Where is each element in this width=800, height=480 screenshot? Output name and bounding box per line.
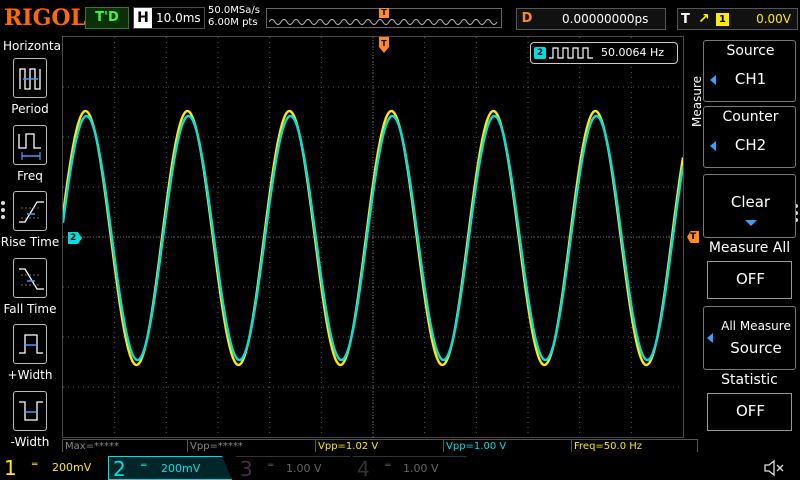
measurement-item[interactable]: Vpp=1.02 V bbox=[315, 439, 443, 452]
period-label: Period bbox=[11, 102, 49, 116]
delay-value: 0.00000000ps bbox=[562, 12, 649, 26]
channel-bar: 1 ═ 200mV 2 ═ 200mV 3 ═ 1.00 V 4 ═ 1.00 … bbox=[0, 456, 800, 480]
clear-label: Clear bbox=[730, 193, 771, 211]
counter-softkey-value: CH2 bbox=[734, 136, 767, 154]
source-value: CH1 bbox=[734, 70, 767, 88]
rise-time-icon bbox=[13, 191, 47, 231]
square-wave-icon bbox=[549, 47, 593, 59]
timebase-label: H bbox=[134, 8, 152, 28]
measure-positive-width-button[interactable]: +Width bbox=[0, 324, 60, 388]
measure-all-softkey[interactable]: Measure All OFF bbox=[703, 238, 796, 304]
right-menu-title: Measure bbox=[690, 76, 704, 127]
measure-rise-time-button[interactable]: Rise Time bbox=[0, 191, 60, 255]
all-measure-source-label: Source bbox=[730, 339, 782, 357]
dc-coupling-icon: ═ bbox=[268, 461, 274, 471]
source-label: Source bbox=[726, 43, 775, 59]
frequency-counter-readout: 2 50.0064 Hz bbox=[530, 42, 678, 64]
waveform-display[interactable] bbox=[62, 36, 684, 438]
counter-softkey[interactable]: Counter CH2 bbox=[703, 106, 796, 168]
trigger-source: 1 bbox=[716, 13, 729, 26]
left-menu-title: Horizontal bbox=[3, 39, 65, 53]
source-value-box: CH1 bbox=[708, 62, 793, 100]
freq-label: Freq bbox=[17, 169, 43, 183]
statistic-value-box: OFF bbox=[707, 393, 792, 431]
all-measure-source-softkey[interactable]: All Measure Source bbox=[703, 306, 796, 370]
channel-1-button[interactable]: 1 ═ 200mV bbox=[0, 456, 104, 480]
channel-scale: 1.00 V bbox=[286, 462, 322, 475]
counter-channel-badge: 2 bbox=[534, 47, 546, 59]
channel-4-button[interactable]: 4 ═ 1.00 V bbox=[353, 456, 467, 480]
rise-time-label: Rise Time bbox=[0, 235, 60, 249]
statistic-softkey[interactable]: Statistic OFF bbox=[703, 370, 796, 436]
period-icon bbox=[13, 58, 47, 98]
arrow-left-icon bbox=[707, 333, 713, 343]
speaker-muted-icon[interactable] bbox=[762, 458, 786, 478]
trigger-settings-display[interactable]: T ↗ 1 0.00V bbox=[677, 8, 798, 30]
graticule bbox=[63, 37, 683, 437]
brand-logo: RIGOL bbox=[4, 5, 86, 31]
source-softkey[interactable]: Source CH1 bbox=[703, 40, 796, 102]
trigger-position-top-marker[interactable]: T bbox=[379, 37, 389, 53]
channel-number: 2 bbox=[113, 457, 126, 480]
frequency-icon bbox=[13, 125, 47, 165]
rising-edge-icon: ↗ bbox=[698, 11, 710, 27]
negative-width-icon bbox=[13, 391, 47, 431]
run-state-indicator[interactable]: T'D bbox=[85, 7, 129, 29]
clear-softkey[interactable]: Clear bbox=[703, 174, 796, 238]
channel-number: 4 bbox=[357, 457, 370, 480]
all-measure-label: All Measure bbox=[721, 319, 791, 333]
memory-depth: 6.00M pts bbox=[208, 17, 258, 28]
measure-period-button[interactable]: Period bbox=[0, 58, 60, 122]
channel-scale: 1.00 V bbox=[403, 462, 439, 475]
fall-time-icon bbox=[13, 258, 47, 298]
channel-scale: 200mV bbox=[52, 461, 92, 474]
statistic-label: Statistic bbox=[721, 372, 778, 388]
svg-text:T: T bbox=[381, 39, 387, 48]
delay-label: D bbox=[521, 11, 533, 26]
measure-negative-width-button[interactable]: -Width bbox=[0, 391, 60, 455]
measurement-item[interactable]: Freq=50.0 Hz bbox=[571, 439, 698, 452]
dc-coupling-icon: ═ bbox=[32, 460, 38, 470]
measurement-item[interactable]: Vpp=1.00 V bbox=[443, 439, 571, 452]
memory-overview-bar: T bbox=[266, 8, 502, 28]
arrow-down-icon bbox=[745, 220, 757, 226]
measure-frequency-button[interactable]: Freq bbox=[0, 125, 60, 189]
positive-width-icon bbox=[13, 324, 47, 364]
horizontal-delay-display[interactable]: D 0.00000000ps bbox=[516, 8, 666, 30]
measure-fall-time-button[interactable]: Fall Time bbox=[0, 258, 60, 322]
statistic-value: OFF bbox=[735, 402, 766, 420]
horizontal-measure-menu: Horizontal Period Freq Rise Time Fall Ti… bbox=[0, 36, 65, 456]
channel-number: 1 bbox=[4, 456, 17, 480]
measurement-item[interactable]: Max=***** bbox=[62, 439, 187, 452]
trigger-level: 0.00V bbox=[756, 12, 791, 26]
measurement-item[interactable]: Vpp=***** bbox=[187, 439, 315, 452]
measure-all-value-box: OFF bbox=[707, 261, 792, 299]
sampling-info: 50.0MSa/s 6.00M pts bbox=[208, 5, 260, 29]
channel-scale: 200mV bbox=[161, 462, 201, 475]
channel-2-button[interactable]: 2 ═ 200mV bbox=[108, 456, 232, 480]
channel-3-button[interactable]: 3 ═ 1.00 V bbox=[236, 456, 350, 480]
negative-width-label: -Width bbox=[10, 435, 50, 449]
measurement-results-bar: Max=***** Vpp=***** Vpp=1.02 V Vpp=1.00 … bbox=[62, 439, 698, 452]
counter-value-box: CH2 bbox=[708, 128, 793, 166]
timebase-display[interactable]: H 10.0ms bbox=[133, 7, 205, 29]
status-bar: RIGOL T'D H 10.0ms 50.0MSa/s 6.00M pts T… bbox=[0, 0, 800, 36]
sample-rate: 50.0MSa/s bbox=[208, 5, 260, 16]
measure-softkey-menu: Measure Source CH1 Counter CH2 Clear Mea… bbox=[684, 36, 800, 456]
measure-all-label: Measure All bbox=[708, 240, 791, 256]
fall-time-label: Fall Time bbox=[3, 302, 57, 316]
timebase-value: 10.0ms bbox=[156, 11, 201, 25]
positive-width-label: +Width bbox=[7, 368, 53, 382]
overview-waveform-icon bbox=[269, 19, 498, 25]
counter-label: Counter bbox=[722, 109, 779, 125]
dc-coupling-icon: ═ bbox=[141, 461, 147, 471]
counter-value: 50.0064 Hz bbox=[601, 46, 665, 59]
channel-number: 3 bbox=[240, 457, 253, 480]
measure-all-value: OFF bbox=[735, 270, 766, 288]
dc-coupling-icon: ═ bbox=[385, 461, 391, 471]
trigger-label: T bbox=[681, 12, 690, 27]
